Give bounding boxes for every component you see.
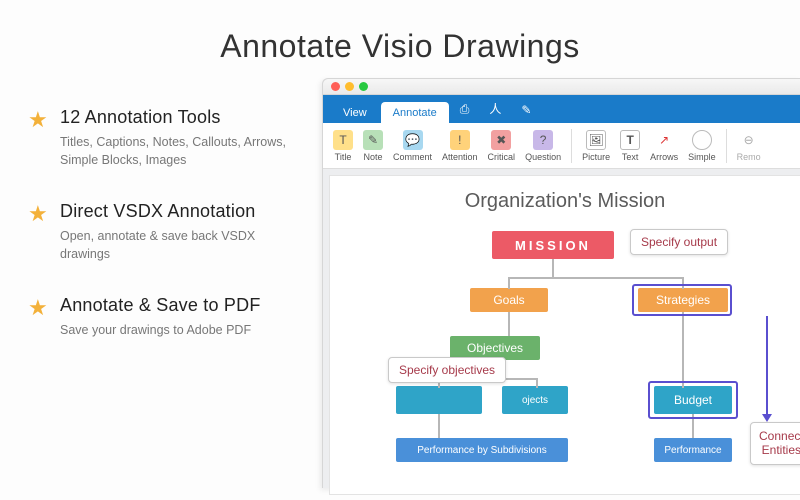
features-list: ★ 12 Annotation Tools Titles, Captions, … — [0, 89, 300, 372]
star-icon: ★ — [28, 201, 56, 263]
tool-question[interactable]: ?Question — [521, 130, 565, 162]
node-goals[interactable]: Goals — [470, 288, 548, 312]
tool-comment[interactable]: 💬Comment — [389, 130, 436, 162]
print-icon[interactable]: ⎙ — [451, 102, 479, 123]
feature-desc: Open, annotate & save back VSDX drawings — [60, 228, 290, 263]
feature-desc: Titles, Captions, Notes, Callouts, Arrow… — [60, 134, 290, 169]
annotation-note[interactable]: Connect Entities — [750, 422, 800, 465]
minimize-icon[interactable] — [345, 82, 354, 91]
annotation-note[interactable]: Specify objectives — [388, 357, 506, 383]
share-icon[interactable]: ✎ — [512, 103, 540, 123]
tool-attention[interactable]: !Attention — [438, 130, 482, 162]
tab-annotate[interactable]: Annotate — [381, 102, 449, 123]
feature-item: ★ Direct VSDX Annotation Open, annotate … — [28, 201, 300, 263]
connector-line — [508, 312, 510, 336]
feature-title: 12 Annotation Tools — [60, 107, 290, 128]
tab-view[interactable]: View — [331, 102, 379, 123]
connector-line — [552, 259, 554, 277]
node-mission[interactable]: MISSION — [492, 231, 614, 259]
selection-box[interactable] — [632, 284, 732, 316]
toolbar-separator — [726, 129, 727, 163]
tool-simple[interactable]: Simple — [684, 130, 720, 162]
drawing-canvas[interactable]: Organization's Mission MISSION Goals Str… — [329, 175, 800, 495]
tool-critical[interactable]: ✖Critical — [484, 130, 520, 162]
tool-title[interactable]: TTitle — [329, 130, 357, 162]
node-performance-subdivisions[interactable]: Performance by Subdivisions — [396, 438, 568, 462]
maximize-icon[interactable] — [359, 82, 368, 91]
node-projects[interactable]: ojects — [502, 386, 568, 414]
feature-title: Direct VSDX Annotation — [60, 201, 290, 222]
tab-bar: View Annotate ⎙ 人 ✎ — [323, 95, 800, 123]
selection-box[interactable] — [648, 381, 738, 419]
export-icon[interactable]: 人 — [480, 100, 510, 123]
connector-line — [508, 277, 684, 279]
connector-line — [536, 378, 538, 388]
star-icon: ★ — [28, 107, 56, 169]
tool-arrows[interactable]: ↗Arrows — [646, 130, 682, 162]
toolbar: TTitle ✎Note 💬Comment !Attention ✖Critic… — [323, 123, 800, 169]
window-titlebar — [323, 79, 800, 95]
toolbar-separator — [571, 129, 572, 163]
feature-item: ★ Annotate & Save to PDF Save your drawi… — [28, 295, 300, 340]
node-performance[interactable]: Performance — [654, 438, 732, 462]
app-window: View Annotate ⎙ 人 ✎ TTitle ✎Note 💬Commen… — [322, 78, 800, 488]
connector-line — [508, 277, 510, 289]
close-icon[interactable] — [331, 82, 340, 91]
tool-text[interactable]: TText — [616, 130, 644, 162]
node-org-subdivisions[interactable] — [396, 386, 482, 414]
tool-picture[interactable]: 🖼Picture — [578, 130, 614, 162]
page-title: Annotate Visio Drawings — [0, 0, 800, 89]
canvas-title: Organization's Mission — [340, 190, 790, 213]
connector-line — [682, 312, 684, 388]
feature-title: Annotate & Save to PDF — [60, 295, 261, 316]
feature-desc: Save your drawings to Adobe PDF — [60, 322, 261, 340]
annotation-note[interactable]: Specify output — [630, 229, 728, 255]
star-icon: ★ — [28, 295, 56, 340]
connector-line — [438, 414, 440, 438]
tool-note[interactable]: ✎Note — [359, 130, 387, 162]
tool-remove[interactable]: ⊖Remo — [733, 130, 765, 162]
feature-item: ★ 12 Annotation Tools Titles, Captions, … — [28, 107, 300, 169]
